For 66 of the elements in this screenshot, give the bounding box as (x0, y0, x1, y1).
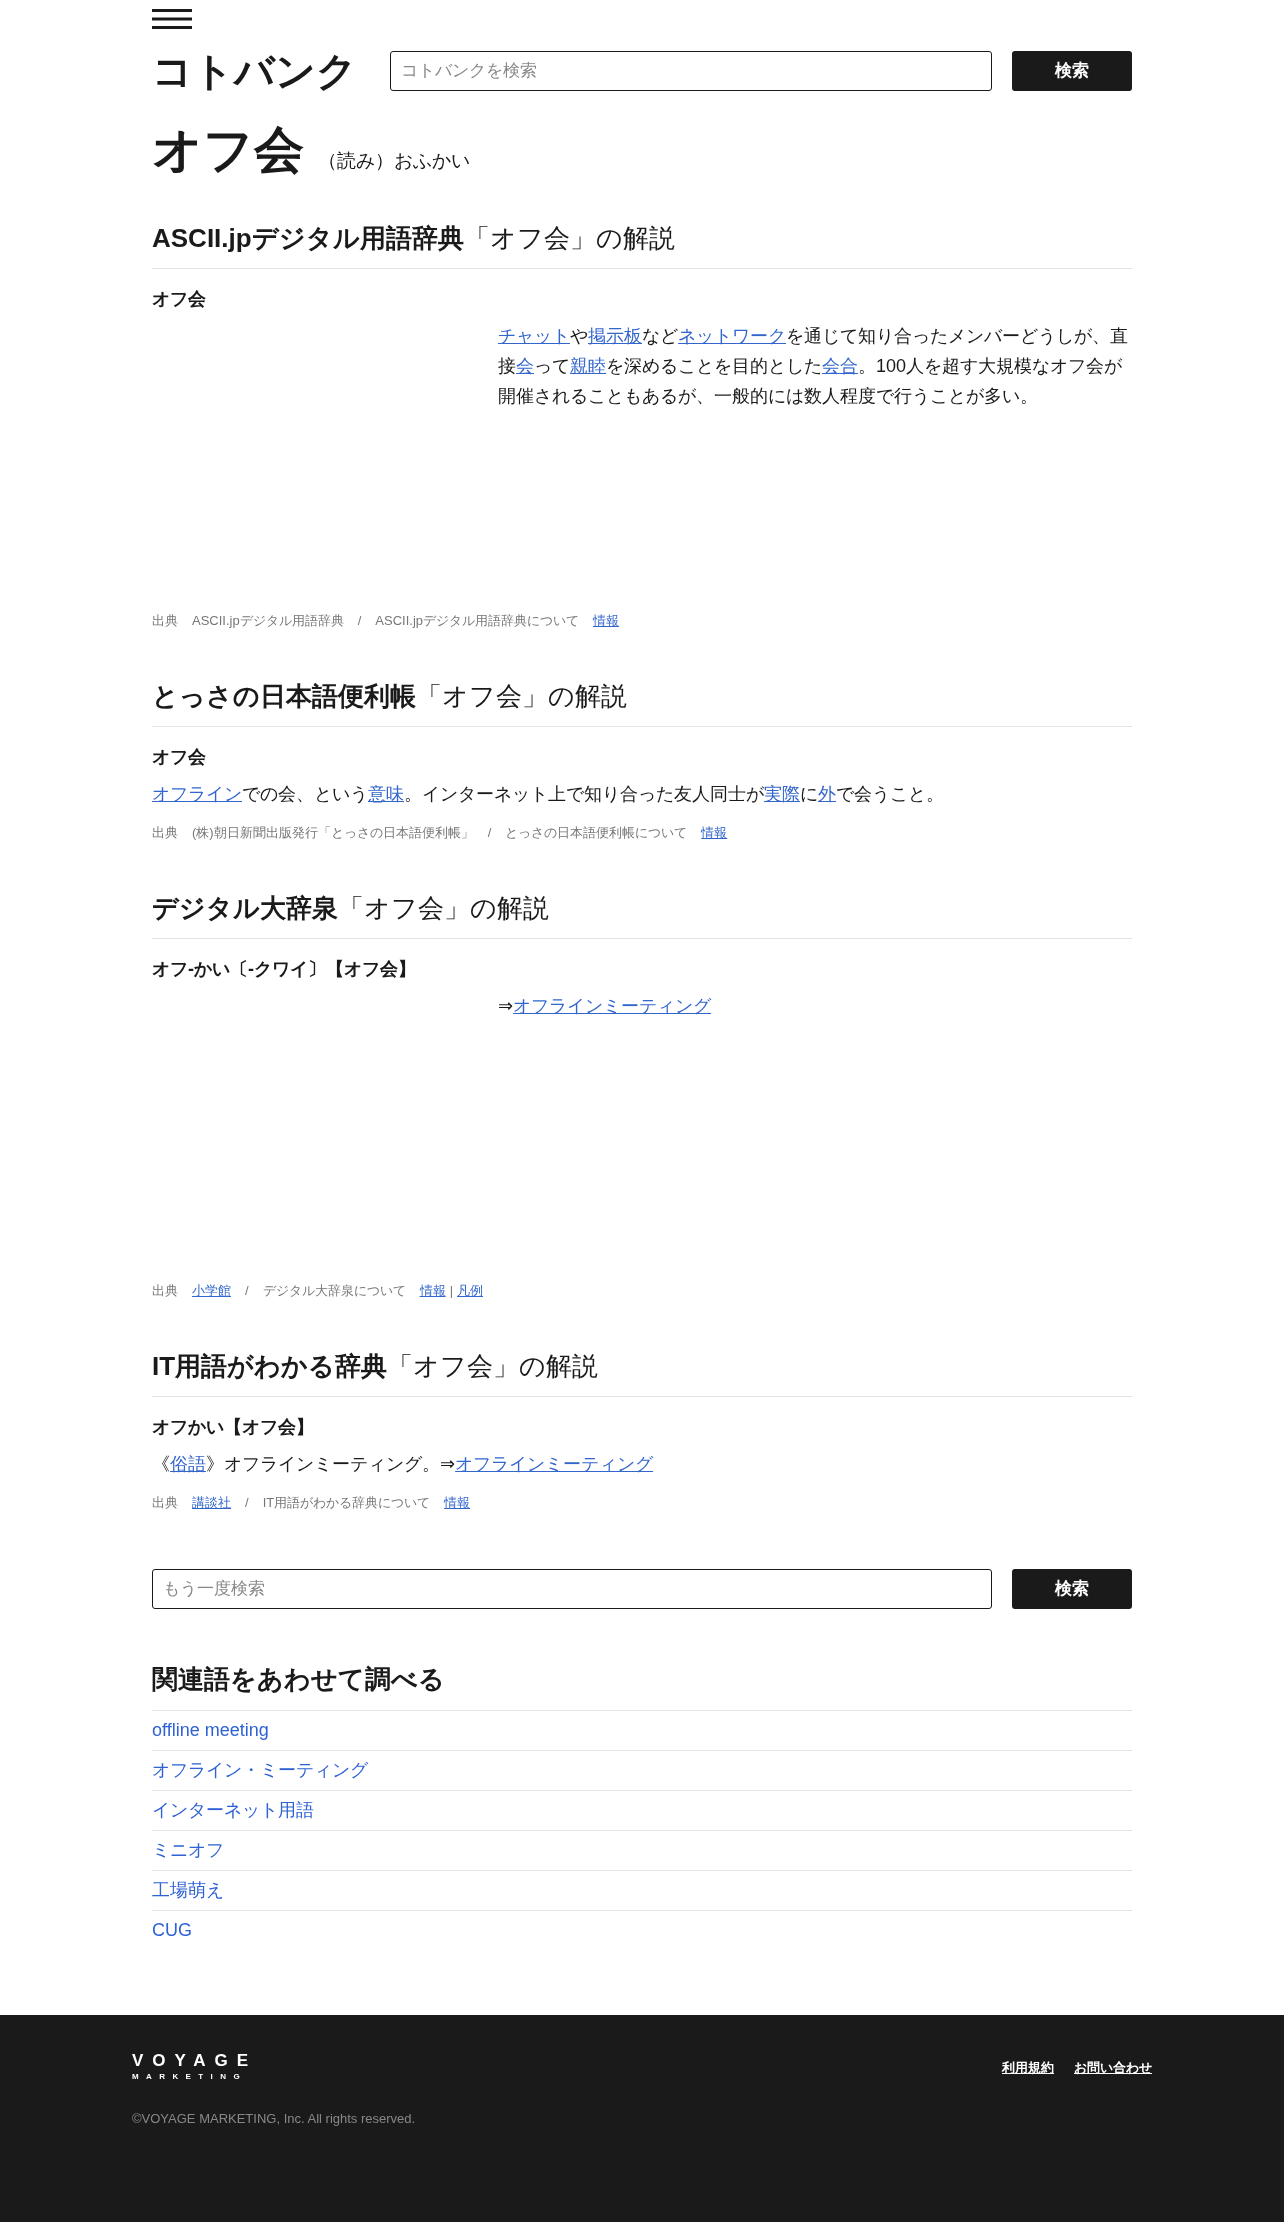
definition-link[interactable]: オフラインミーティング (455, 1454, 654, 1474)
definition-text: ⇒オフラインミーティング (498, 995, 713, 1018)
source-text: / (357, 612, 362, 630)
source-link[interactable]: 凡例 (457, 1282, 483, 1300)
related-link[interactable]: ミニオフ (152, 1837, 224, 1864)
source-link[interactable]: 情報 (419, 1282, 446, 1300)
search-field[interactable]: もう一度検索 (152, 1569, 992, 1609)
definition-text: オフラインでの会、という 意味。インターネット上で知り合った友人同士が実際に外で会うこと。 (152, 783, 945, 806)
term-heading: オフ-かい〔-クワイ〕【オフ会】 (152, 958, 417, 981)
definition-link[interactable]: チャット (498, 326, 570, 346)
source-link[interactable]: 講談社 (192, 1494, 231, 1512)
source-link[interactable]: 情報 (444, 1494, 471, 1512)
search-field[interactable]: コトバンクを検索 (390, 51, 992, 91)
related-link[interactable]: 工場萌え (152, 1877, 224, 1904)
source-text: IT用語がわかる辞典について (262, 1494, 431, 1512)
source-text: / (245, 1494, 249, 1512)
definition-link[interactable]: オフライン (152, 784, 242, 804)
menu-icon[interactable] (152, 9, 192, 29)
related-link[interactable]: offline meeting (152, 1717, 269, 1744)
search-button[interactable]: 検索 (1012, 51, 1132, 91)
entry-reading: （読み）おふかい (318, 149, 470, 173)
source-text: ASCII.jpデジタル用語辞典について (375, 612, 579, 630)
definition-link[interactable]: 実際 (764, 784, 800, 804)
definition-link[interactable]: 親睦 (570, 356, 606, 376)
definition-text: チャット や掲示板などネットワーク を通じて知り合ったメンバーどうしが、直接会って親睦を深めることを目的とした会合。100人を超す大規模なオフ会が開催されることもあるが、一般的には数人程度で行うことが多い。 (498, 325, 1129, 408)
source-text: とっさの日本語便利帳について (505, 824, 688, 842)
definition-link[interactable]: 会合 (822, 356, 858, 376)
definition-link[interactable]: 掲示板 (588, 326, 642, 346)
related-link[interactable]: オフライン・ミーティング (152, 1757, 368, 1784)
definition-text: 《俗語》オフラインミーティング。⇒オフラインミーティング (152, 1453, 655, 1476)
source-link[interactable]: 情報 (593, 612, 619, 630)
section-heading: IT用語がわかる辞典「オフ会」の解説 (152, 1349, 1132, 1397)
section-heading: デジタル大辞泉「オフ会」の解説 (152, 891, 1132, 939)
source-link[interactable]: 情報 (701, 824, 728, 842)
source-text: 出典 (152, 612, 178, 630)
definition-link[interactable]: 会 (516, 356, 534, 376)
definition-link[interactable]: オフラインミーティング (513, 996, 712, 1016)
copyright-text: ©VOYAGE MARKETING, Inc. All rights reserved. (132, 2110, 417, 2128)
term-heading: オフ会 (152, 288, 207, 311)
definition-link[interactable]: 意味 (368, 784, 404, 804)
search-button[interactable]: 検索 (1012, 1569, 1132, 1609)
definition-link[interactable]: ネットワーク (678, 326, 786, 346)
source-text: デジタル大辞泉について (262, 1282, 406, 1300)
section-heading: とっさの日本語便利帳「オフ会」の解説 (152, 679, 1132, 727)
source-text: (株)朝日新聞出版発行「とっさの日本語便利帳」 (192, 824, 474, 842)
footer-link[interactable]: 利用規約 (1002, 2059, 1054, 2075)
related-link[interactable]: CUG (152, 1917, 192, 1944)
related-heading: 関連語をあわせて調べる (152, 1663, 446, 1696)
term-heading: オフかい【オフ会】 (152, 1416, 315, 1439)
source-text: / (487, 824, 492, 842)
source-text: 出典 (152, 824, 178, 842)
source-text: / (245, 1282, 249, 1300)
term-heading: オフ会 (152, 746, 207, 769)
source-text: 出典 (152, 1282, 178, 1300)
site-logo[interactable]: コトバンク (152, 50, 366, 92)
source-link[interactable]: 小学館 (192, 1282, 231, 1300)
definition-link[interactable]: 俗語 (170, 1454, 206, 1474)
definition-link[interactable]: 外 (818, 784, 836, 804)
source-text: ASCII.jpデジタル用語辞典 (192, 612, 344, 630)
entry-title: オフ会 (152, 121, 304, 180)
source-text: 出典 (152, 1494, 178, 1512)
section-heading: ASCII.jpデジタル用語辞典「オフ会」の解説 (152, 221, 1132, 269)
source-separator: | (449, 1282, 453, 1300)
company-logo[interactable]: VOYAGE MARKETING (132, 2052, 252, 2081)
footer-link[interactable]: お問い合わせ (1074, 2059, 1152, 2075)
related-link[interactable]: インターネット用語 (152, 1797, 314, 1824)
